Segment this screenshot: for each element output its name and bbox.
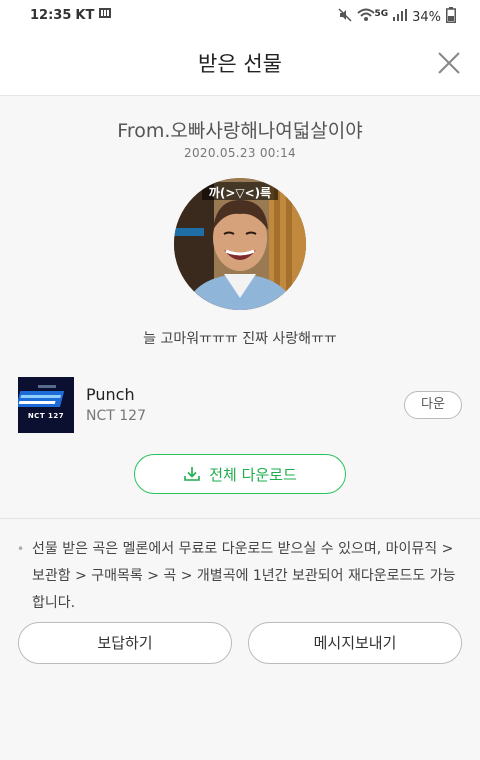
download-button[interactable]: 다운 [404,391,462,419]
gift-photo: 까(>▽<)륵 [174,178,306,310]
notice-text: 선물 받은 곡은 멜론에서 무료로 다운로드 받으실 수 있으며, 마이뮤직 >… [32,541,456,611]
header-bar: 받은 선물 [0,32,480,96]
status-time: 12:35 [30,7,72,23]
mute-icon [338,8,352,26]
album-art: NCT 127 [18,377,74,433]
status-carrier: KT [75,7,95,23]
close-button[interactable] [432,46,466,80]
photo-caption: 까(>▽<)륵 [208,186,272,200]
send-message-button[interactable]: 메시지보내기 [248,622,462,664]
song-item[interactable]: NCT 127 Punch NCT 127 다운 [18,377,462,433]
gift-sender: From.오빠사랑해나여덟살이야 [117,120,363,142]
song-artist: NCT 127 [86,408,146,424]
gift-message: 늘 고마워ㅠㅠㅠ 진짜 사랑해ㅠㅠ [143,331,337,347]
notification-icon [98,7,112,23]
signal-icon [393,9,408,25]
song-title: Punch [86,385,135,404]
divider [0,518,480,519]
status-right: 5G 34% [338,7,456,27]
close-icon [438,52,460,74]
notice-bullet: • [17,542,25,556]
network-type: 5G [374,9,389,19]
status-bar: 12:35 KT 5G 34% [0,0,480,32]
battery-icon [446,7,456,27]
download-all-label: 전체 다운로드 [209,465,297,484]
status-left: 12:35 KT [30,7,112,23]
wifi-icon [357,8,376,26]
battery-percent: 34% [412,9,441,25]
album-text: NCT 127 [27,412,65,420]
download-icon [184,467,201,481]
gift-date: 2020.05.23 00:14 [184,146,296,160]
page-title: 받은 선물 [198,52,282,76]
reply-button[interactable]: 보답하기 [18,622,232,664]
download-all-button[interactable]: 전체 다운로드 [134,454,346,494]
action-buttons: 보답하기 메시지보내기 [18,622,462,664]
